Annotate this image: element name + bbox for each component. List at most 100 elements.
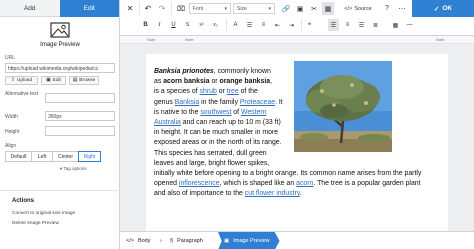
convert-original-size-action[interactable]: Convert to original size image (12, 211, 75, 216)
edit-button-label: Edit (52, 78, 61, 83)
bold-icon[interactable]: B (140, 19, 151, 31)
text-run: initially white before opening to a brig… (154, 170, 422, 178)
wiki-link[interactable]: inflorescence (179, 180, 220, 187)
wiki-link[interactable]: southwest (200, 109, 231, 116)
subscript-icon[interactable]: x₂ (210, 19, 221, 31)
text-run: in the family (199, 98, 240, 106)
bullet-list-icon[interactable]: ☰ (244, 19, 255, 31)
italic-icon[interactable]: I (154, 19, 165, 31)
more-icon[interactable]: ⋯ (396, 2, 408, 15)
wiki-link[interactable]: Australia (154, 119, 181, 126)
url-field[interactable]: https://upload.wikimedia.org/wikipedia/c… (5, 63, 115, 73)
ok-button[interactable]: ✓ OK (412, 0, 474, 17)
link-icon[interactable]: 🔗 (280, 2, 292, 15)
text-line: is a species of shrub or tree of the (154, 87, 446, 97)
align-justify-icon[interactable]: ≣ (370, 19, 381, 31)
article-paragraph[interactable]: Banksia prionotes, commonly known as acor… (154, 67, 446, 200)
superscript-icon[interactable]: x² (196, 19, 207, 31)
align-center-button[interactable]: Center (52, 151, 79, 162)
tab-edit[interactable]: Edit (59, 0, 119, 17)
wiki-link[interactable]: Western (241, 109, 267, 116)
species-name: Banksia prionotes (154, 68, 214, 75)
source-button[interactable]: </> Source (338, 2, 378, 15)
align-right-button[interactable]: Right (78, 151, 101, 162)
numbered-list-icon[interactable]: ≡ (258, 19, 269, 31)
font-select-value: Font (193, 5, 204, 12)
outdent-icon[interactable]: ⇤ (272, 19, 283, 31)
redo-icon[interactable]: ↷ (156, 2, 168, 15)
image-insert-icon[interactable]: ▣ (294, 2, 306, 15)
ruler-label: Note (436, 37, 445, 42)
align-left-icon[interactable]: ☰ (328, 19, 339, 31)
align-left-button[interactable]: Left (31, 151, 53, 162)
editor-canvas[interactable]: Banksia prionotes, commonly known as acor… (120, 44, 474, 234)
wiki-link[interactable]: cut flower industry (245, 190, 300, 197)
editor-toolbar: ✕ ↶ ↷ ⌧ Font ▾ Size ▾ 🔗 ▣ ✂ ▦ </> Source… (120, 0, 474, 36)
wiki-link[interactable]: Proteaceae (240, 99, 275, 106)
text-run: exposed areas or in the north of its ran… (154, 139, 282, 147)
tag-options-toggle[interactable]: ▾ Tag options (60, 166, 86, 172)
browse-icon: ▤ (72, 78, 78, 83)
wiki-link[interactable]: Banksia (175, 99, 200, 106)
wiki-link[interactable]: shrub (200, 88, 217, 95)
text-run: is a species of (154, 88, 200, 96)
breadcrumb-body[interactable]: </> Body (126, 232, 151, 249)
paragraph-icon: § (170, 238, 174, 244)
delete-image-action[interactable]: Delete Image Preview (12, 221, 59, 226)
document-page[interactable]: Banksia prionotes, commonly known as acor… (146, 54, 448, 234)
breadcrumb-paragraph[interactable]: § Paragraph (170, 232, 203, 249)
text-run: or (216, 88, 227, 96)
breadcrumb-paragraph-label: Paragraph (177, 238, 203, 244)
indent-icon[interactable]: ⇥ (286, 19, 297, 31)
align-center-icon[interactable]: ≡ (342, 19, 353, 31)
cut-icon[interactable]: ✂ (308, 2, 320, 15)
chevron-down-icon: ▾ (60, 166, 63, 171)
url-label: URL (5, 55, 16, 61)
toolbar-divider (226, 19, 227, 31)
quote-icon[interactable]: ❝ (304, 19, 315, 31)
align-right-icon[interactable]: ☰ (356, 19, 367, 31)
align-button-group: Default Left Center Right (5, 151, 101, 162)
undo-icon[interactable]: ↶ (142, 2, 154, 15)
close-icon[interactable]: ✕ (124, 2, 136, 15)
text-run: is native to the (154, 108, 201, 116)
bold-text: acorn banksia (163, 78, 210, 86)
edit-image-button[interactable]: ▣ Edit (41, 76, 66, 85)
width-field[interactable]: 350px (45, 111, 115, 121)
breadcrumb-separator: › (160, 238, 162, 244)
strikethrough-icon[interactable]: S (182, 19, 193, 31)
chevron-down-icon: ▾ (224, 5, 227, 12)
help-icon[interactable]: ? (382, 2, 392, 15)
text-line: genus Banksia in the family Proteaceae. … (154, 98, 446, 108)
browse-button[interactable]: ▤ Browse (69, 76, 99, 85)
edit-icon: ▣ (46, 78, 51, 83)
text-run: opened (154, 180, 179, 188)
tab-add[interactable]: Add (0, 0, 60, 17)
alt-text-label: Alternative text (5, 91, 39, 97)
horizontal-rule-icon[interactable]: — (404, 19, 415, 31)
breadcrumb-image-preview[interactable]: ▣ Image Preview (218, 232, 280, 249)
text-line: opened inflorescence, which is shaped li… (154, 179, 446, 189)
align-default-button[interactable]: Default (5, 151, 32, 162)
wiki-link[interactable]: acorn (296, 180, 313, 187)
font-select[interactable]: Font ▾ (189, 3, 231, 14)
note-ruler: Note Note Note (120, 36, 474, 44)
table-icon[interactable]: ▦ (390, 19, 401, 31)
size-select[interactable]: Size ▾ (233, 3, 275, 14)
check-icon: ✓ (433, 5, 440, 13)
breadcrumb-body-label: Body (137, 238, 151, 244)
tag-options-label: Tag options (63, 166, 87, 171)
actions-title: Actions (12, 198, 35, 204)
text-run: , which is shaped like an (219, 180, 297, 188)
underline-icon[interactable]: U (168, 19, 179, 31)
text-line: in height. It can be much smaller in mor… (154, 128, 446, 138)
alt-text-field[interactable] (45, 93, 115, 103)
block-icon[interactable]: ▦ (322, 2, 334, 15)
clear-format-icon[interactable]: ⌧ (175, 2, 187, 15)
text-run: genus (154, 98, 175, 106)
height-field[interactable] (45, 126, 115, 136)
text-line: initially white before opening to a brig… (154, 169, 446, 179)
font-color-icon[interactable]: A (230, 19, 241, 31)
upload-button[interactable]: ⇪ Upload (5, 76, 38, 85)
wiki-link[interactable]: tree (227, 88, 239, 95)
